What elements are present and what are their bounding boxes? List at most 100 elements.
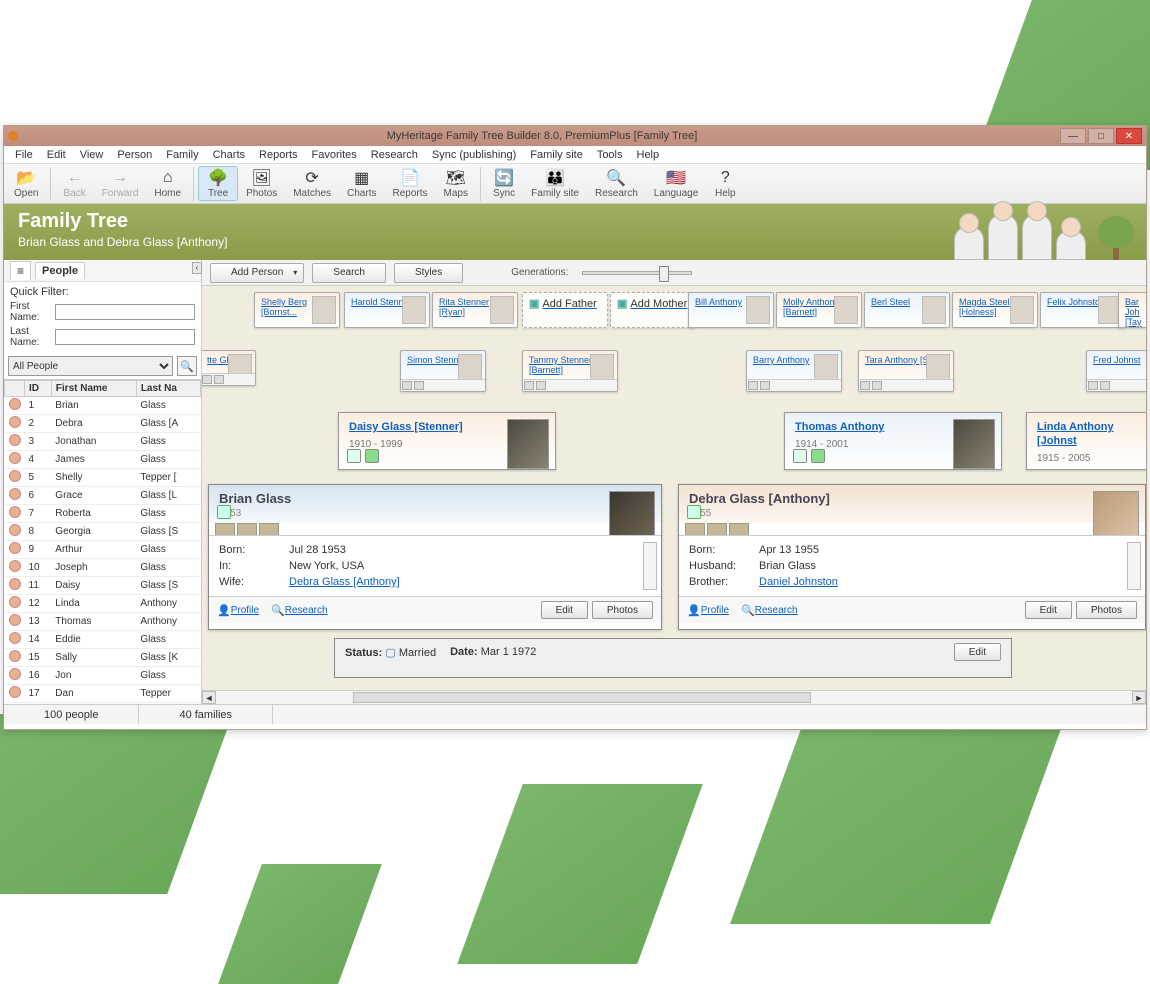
sidebar-collapse[interactable]: ‹ [192,262,202,274]
add-mother-node[interactable]: ▣Add Mother [610,292,696,328]
table-row[interactable]: 12LindaAnthony [5,595,201,613]
photos-button[interactable]: Photos [1076,601,1137,619]
scrollbar[interactable] [643,542,657,590]
brother-link[interactable]: Daniel Johnston [759,576,838,588]
table-row[interactable]: 4JamesGlass [5,451,201,469]
menu-sync-publishing-[interactable]: Sync (publishing) [425,148,523,162]
edit-button[interactable]: Edit [1025,601,1072,619]
tree-node[interactable]: Bill Anthony [688,292,774,328]
horizontal-scrollbar[interactable]: ◄► [202,690,1146,704]
tree-node-daisy[interactable]: Daisy Glass [Stenner] 1910 - 1999 [338,412,556,470]
table-row[interactable]: 17DanTepper [5,685,201,703]
menu-family[interactable]: Family [159,148,205,162]
tree-canvas[interactable]: Shelly Berg [Bornst... Harold Stenner Ri… [202,286,1146,690]
search-icon[interactable]: 🔍 [177,356,197,376]
table-row[interactable]: 1BrianGlass [5,397,201,415]
tree-node[interactable]: Harold Stenner [344,292,430,328]
tree-node[interactable]: Tammy Stenner [Barnett] [522,350,618,392]
minimize-button[interactable]: — [1060,128,1086,144]
people-table[interactable]: IDFirst NameLast Na1BrianGlass2DebraGlas… [4,379,201,704]
menu-charts[interactable]: Charts [206,148,252,162]
table-row[interactable]: 18SamTenner [5,703,201,705]
person-detail-brian: Brian Glass 1953 Born:Jul 28 1953 In:New… [208,484,662,630]
tree-node-linda[interactable]: Linda Anthony [Johnst 1915 - 2005 [1026,412,1146,470]
table-row[interactable]: 15SallyGlass [K [5,649,201,667]
table-row[interactable]: 16JonGlass [5,667,201,685]
people-filter-select[interactable]: All People [8,356,173,376]
tool-matches[interactable]: ⟳Matches [285,167,339,200]
table-row[interactable]: 6GraceGlass [L [5,487,201,505]
tree-node[interactable]: Felix Johnston [1040,292,1126,328]
add-daughter-link[interactable]: Add Daughter [456,689,524,690]
tree-node[interactable]: Berl Steel [864,292,950,328]
menu-research[interactable]: Research [364,148,425,162]
research-link[interactable]: Research [285,605,328,616]
menu-family-site[interactable]: Family site [523,148,590,162]
menu-tools[interactable]: Tools [590,148,630,162]
maximize-button[interactable]: □ [1088,128,1114,144]
menu-help[interactable]: Help [630,148,667,162]
menu-reports[interactable]: Reports [252,148,305,162]
tool-language[interactable]: 🇺🇸Language [646,167,707,200]
tree-node[interactable]: tte Glass [202,350,256,386]
last-name-input[interactable] [55,329,195,345]
add-father-node[interactable]: ▣Add Father [522,292,608,328]
table-row[interactable]: 3JonathanGlass [5,433,201,451]
canvas-toolbar: Add Person Search Styles Generations: [202,260,1146,286]
tool-family-site[interactable]: 👪Family site [523,167,587,200]
tool-photos[interactable]: 🖼Photos [238,167,285,200]
menu-favorites[interactable]: Favorites [305,148,364,162]
generations-slider[interactable] [582,271,692,275]
table-row[interactable]: 2DebraGlass [A [5,415,201,433]
table-row[interactable]: 10JosephGlass [5,559,201,577]
research-link[interactable]: Research [755,605,798,616]
bg-decor [730,704,1070,924]
photos-button[interactable]: Photos [592,601,653,619]
search-button[interactable]: Search [312,263,386,283]
table-row[interactable]: 7RobertaGlass [5,505,201,523]
tree-node[interactable]: Rita Stenner [Ryan] [432,292,518,328]
menu-edit[interactable]: Edit [40,148,73,162]
tree-node[interactable]: Bar Joh [Tay [1118,292,1146,328]
tool-research[interactable]: 🔍Research [587,167,646,200]
tree-node[interactable]: Molly Anthony [Barnett] [776,292,862,328]
family-edit-button[interactable]: Edit [954,643,1001,661]
first-name-input[interactable] [55,304,195,320]
table-row[interactable]: 5ShellyTepper [ [5,469,201,487]
tree-node[interactable]: Shelly Berg [Bornst... [254,292,340,328]
tree-node[interactable]: Fred Johnst [1086,350,1146,392]
menu-person[interactable]: Person [110,148,159,162]
wife-link[interactable]: Debra Glass [Anthony] [289,576,400,588]
close-button[interactable]: ✕ [1116,128,1142,144]
tool-maps[interactable]: 🗺Maps [435,167,475,200]
tool-help[interactable]: ?Help [706,167,744,200]
app-window: MyHeritage Family Tree Builder 8.0, Prem… [3,125,1147,730]
edit-button[interactable]: Edit [541,601,588,619]
profile-link[interactable]: Profile [231,605,259,616]
table-row[interactable]: 14EddieGlass [5,631,201,649]
table-row[interactable]: 9ArthurGlass [5,541,201,559]
tree-node-thomas[interactable]: Thomas Anthony 1914 - 2001 [784,412,1002,470]
tool-tree[interactable]: 🌳Tree [198,166,238,201]
tree-node[interactable]: Barry Anthony [746,350,842,392]
profile-link[interactable]: Profile [701,605,729,616]
tool-home[interactable]: ⌂Home [146,167,189,200]
tool-sync[interactable]: 🔄Sync [485,167,523,200]
menu-file[interactable]: File [8,148,40,162]
menu-view[interactable]: View [73,148,111,162]
people-tab[interactable]: ≡ People [4,260,201,282]
styles-button[interactable]: Styles [394,263,463,283]
table-row[interactable]: 13ThomasAnthony [5,613,201,631]
tool-open[interactable]: 📂Open [6,167,46,200]
table-row[interactable]: 8GeorgiaGlass [S [5,523,201,541]
scrollbar[interactable] [1127,542,1141,590]
bg-decor [218,864,382,984]
tree-node[interactable]: Simon Stenner [400,350,486,392]
tree-node[interactable]: Tara Anthony [Steel] [858,350,954,392]
add-person-button[interactable]: Add Person [210,263,304,283]
tool-charts[interactable]: ▦Charts [339,167,384,200]
tool-reports[interactable]: 📄Reports [384,167,435,200]
add-son-link[interactable]: Add Son [408,689,450,690]
tree-node[interactable]: Magda Steel [Holness] [952,292,1038,328]
table-row[interactable]: 11DaisyGlass [S [5,577,201,595]
